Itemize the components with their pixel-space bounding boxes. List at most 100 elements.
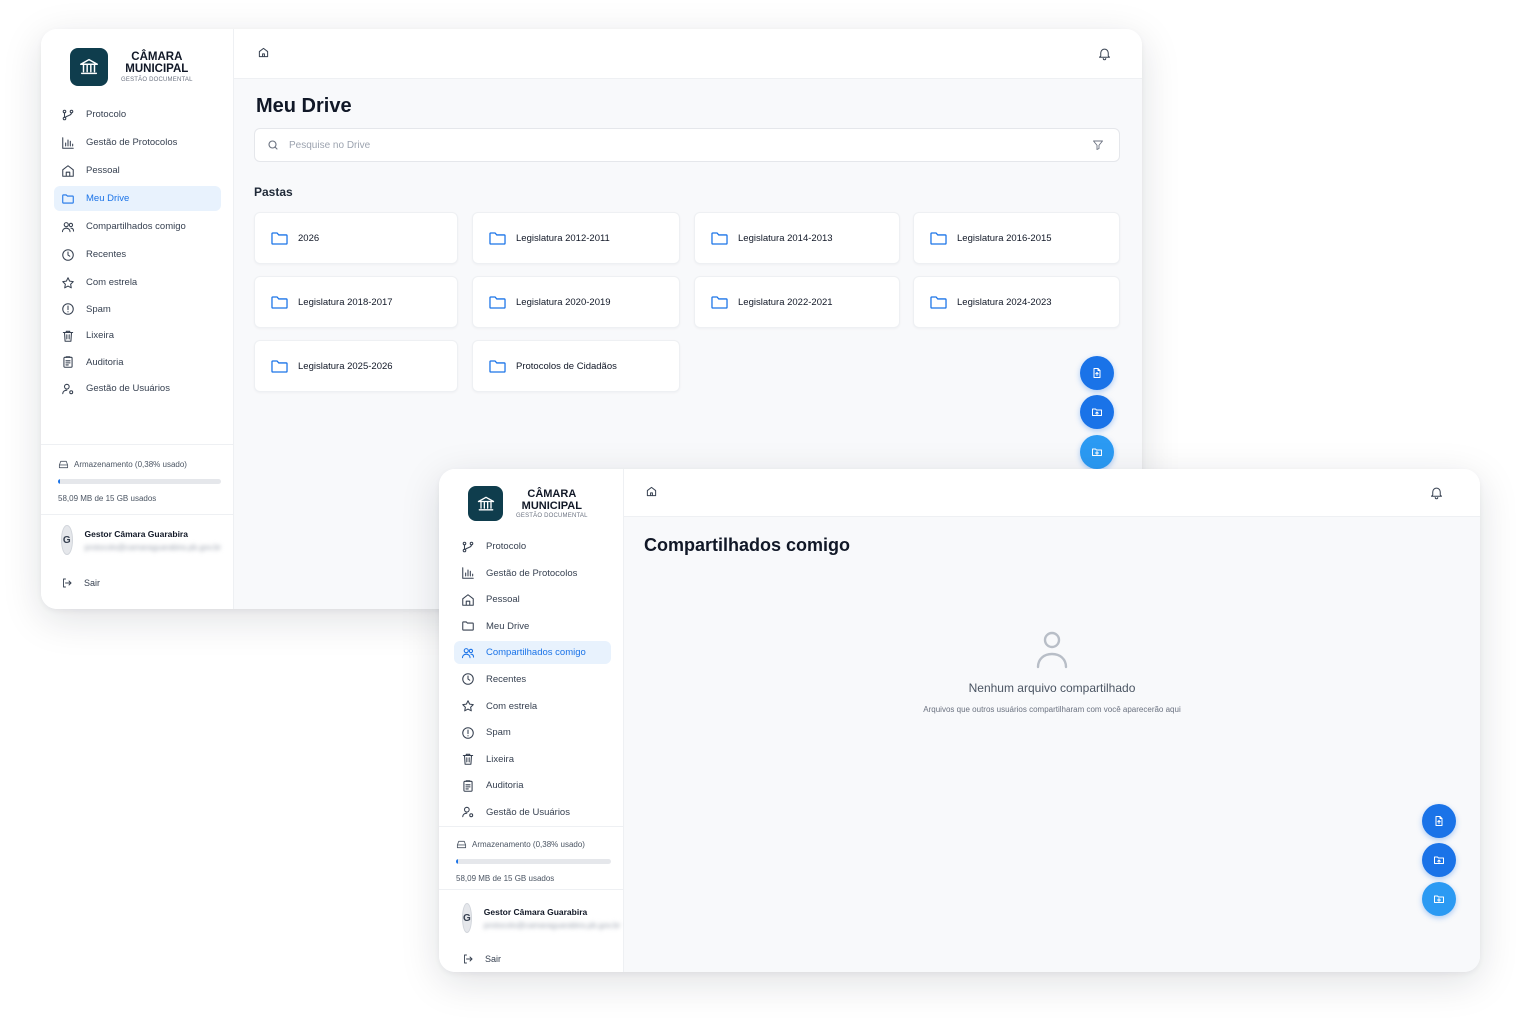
sidebar-item-compartilhados[interactable]: Compartilhados comigo xyxy=(54,214,221,239)
sidebar-item-label: Auditoria xyxy=(486,780,524,792)
empty-state-description: Arquivos que outros usuários compartilha… xyxy=(923,705,1181,714)
file-upload-icon xyxy=(1093,368,1101,378)
sidebar-item-label: Recentes xyxy=(486,673,527,685)
sidebar-item-label: Compartilhados comigo xyxy=(486,647,586,659)
filter-icon[interactable] xyxy=(1092,139,1104,151)
search-input[interactable] xyxy=(289,139,1092,151)
folder-card[interactable]: 2026 xyxy=(254,212,458,264)
sidebar-item-pessoal[interactable]: Pessoal xyxy=(454,588,611,611)
sidebar-item-meu-drive[interactable]: Meu Drive xyxy=(454,615,611,638)
brand-title-line2: MUNICIPAL xyxy=(521,499,582,512)
sidebar-item-auditoria[interactable]: Auditoria xyxy=(54,350,221,375)
folder-name: Legislatura 2018-2017 xyxy=(298,296,393,308)
sidebar-item-gestao-protocolos[interactable]: Gestão de Protocolos xyxy=(454,562,611,585)
empty-state: Nenhum arquivo compartilhado Arquivos qu… xyxy=(624,629,1480,714)
sidebar-item-recentes[interactable]: Recentes xyxy=(454,668,611,691)
sidebar-item-pessoal[interactable]: Pessoal xyxy=(54,158,221,183)
folder-icon xyxy=(489,231,506,245)
building-columns-icon xyxy=(468,486,503,521)
folder-name: 2026 xyxy=(298,232,320,244)
sidebar-item-spam[interactable]: Spam xyxy=(54,297,221,322)
sidebar-item-gestao-protocolos[interactable]: Gestão de Protocolos xyxy=(54,130,221,155)
bar-chart-icon xyxy=(61,136,75,150)
sidebar-item-spam[interactable]: Spam xyxy=(454,721,611,744)
sidebar-item-protocolo[interactable]: Protocolo xyxy=(454,535,611,558)
new-folder-button[interactable] xyxy=(1080,435,1114,469)
trash-icon xyxy=(461,752,475,766)
bar-chart-icon xyxy=(461,566,475,580)
sidebar-item-label: Meu Drive xyxy=(86,193,130,204)
sidebar-item-label: Lixeira xyxy=(86,330,114,342)
folder-icon xyxy=(930,231,947,245)
sidebar-item-auditoria[interactable]: Auditoria xyxy=(454,774,611,797)
user-email: protocolo@camaraguarabira.pb.gov.br xyxy=(483,920,621,930)
folder-icon xyxy=(489,359,506,373)
sidebar-item-com-estrela[interactable]: Com estrela xyxy=(454,695,611,718)
user-cog-icon xyxy=(61,382,75,396)
folder-card[interactable]: Legislatura 2018-2017 xyxy=(254,276,458,328)
star-icon xyxy=(461,699,475,713)
sidebar-item-recentes[interactable]: Recentes xyxy=(54,242,221,267)
sidebar-nav: Protocolo Gestão de Protocolos Pessoal M… xyxy=(54,102,221,403)
folder-card[interactable]: Legislatura 2016-2015 xyxy=(913,212,1120,264)
upload-folder-button[interactable] xyxy=(1080,395,1114,429)
bell-icon[interactable] xyxy=(1429,485,1444,500)
logout-button[interactable]: Sair xyxy=(462,953,611,965)
topbar xyxy=(234,29,1142,79)
storage-progress-bar xyxy=(456,859,611,864)
upload-folder-button[interactable] xyxy=(1422,843,1456,877)
folder-plus-icon xyxy=(1092,448,1102,456)
home-icon xyxy=(461,593,475,607)
folder-name: Legislatura 2020-2019 xyxy=(516,296,611,308)
logout-icon xyxy=(464,954,473,964)
brand[interactable]: CÂMARA MUNICIPAL GESTÃO DOCUMENTAL xyxy=(468,486,588,521)
clock-icon xyxy=(61,248,75,262)
sidebar-item-gestao-usuarios[interactable]: Gestão de Usuários xyxy=(454,801,611,824)
sidebar-item-gestao-usuarios[interactable]: Gestão de Usuários xyxy=(54,376,221,401)
sidebar-item-protocolo[interactable]: Protocolo xyxy=(54,102,221,127)
brand-subtitle: GESTÃO DOCUMENTAL xyxy=(516,512,588,519)
home-icon[interactable] xyxy=(258,47,269,58)
sidebar-item-com-estrela[interactable]: Com estrela xyxy=(54,270,221,295)
folder-card[interactable]: Legislatura 2022-2021 xyxy=(694,276,900,328)
topbar xyxy=(624,469,1480,517)
sidebar-item-meu-drive[interactable]: Meu Drive xyxy=(54,186,221,211)
sidebar-item-label: Spam xyxy=(86,303,111,315)
sidebar-item-label: Compartilhados comigo xyxy=(86,221,186,232)
folder-card[interactable]: Legislatura 2024-2023 xyxy=(913,276,1120,328)
folder-card[interactable]: Protocolos de Cidadãos xyxy=(472,340,680,392)
folder-upload-icon xyxy=(1434,856,1444,864)
user-icon xyxy=(1036,631,1068,669)
brand[interactable]: CÂMARA MUNICIPAL GESTÃO DOCUMENTAL xyxy=(70,48,193,86)
logout-button[interactable]: Sair xyxy=(61,577,221,589)
user-profile[interactable]: G Gestor Câmara Guarabira protocolo@cama… xyxy=(462,903,620,933)
folder-card[interactable]: Legislatura 2014-2013 xyxy=(694,212,900,264)
sidebar-item-label: Protocolo xyxy=(86,109,127,120)
sidebar-item-label: Gestão de Usuários xyxy=(486,806,570,818)
logout-label: Sair xyxy=(485,954,502,964)
folder-icon xyxy=(271,295,288,309)
folder-card[interactable]: Legislatura 2020-2019 xyxy=(472,276,680,328)
folder-card[interactable]: Legislatura 2012-2011 xyxy=(472,212,680,264)
sidebar-item-lixeira[interactable]: Lixeira xyxy=(454,748,611,771)
folder-icon xyxy=(461,619,475,633)
sidebar: CÂMARA MUNICIPAL GESTÃO DOCUMENTAL Proto… xyxy=(439,469,624,972)
upload-file-button[interactable] xyxy=(1080,356,1114,390)
storage-label: Armazenamento (0,38% usado) xyxy=(74,460,187,469)
user-profile[interactable]: G Gestor Câmara Guarabira protocolo@cama… xyxy=(61,525,221,555)
home-icon[interactable] xyxy=(646,486,657,497)
folder-card[interactable]: Legislatura 2025-2026 xyxy=(254,340,458,392)
file-upload-icon xyxy=(1435,816,1443,826)
sidebar-item-label: Recentes xyxy=(86,249,127,260)
sidebar-item-lixeira[interactable]: Lixeira xyxy=(54,323,221,348)
search-icon xyxy=(268,140,278,150)
new-folder-button[interactable] xyxy=(1422,882,1456,916)
bell-icon[interactable] xyxy=(1097,46,1112,61)
folder-name: Legislatura 2022-2021 xyxy=(738,296,833,308)
compartilhados-window: CÂMARA MUNICIPAL GESTÃO DOCUMENTAL Proto… xyxy=(439,469,1480,972)
sidebar-item-label: Auditoria xyxy=(86,356,124,368)
storage-progress-fill xyxy=(58,479,60,484)
upload-file-button[interactable] xyxy=(1422,804,1456,838)
sidebar-item-compartilhados[interactable]: Compartilhados comigo xyxy=(454,641,611,665)
folder-name: Legislatura 2014-2013 xyxy=(738,232,833,244)
